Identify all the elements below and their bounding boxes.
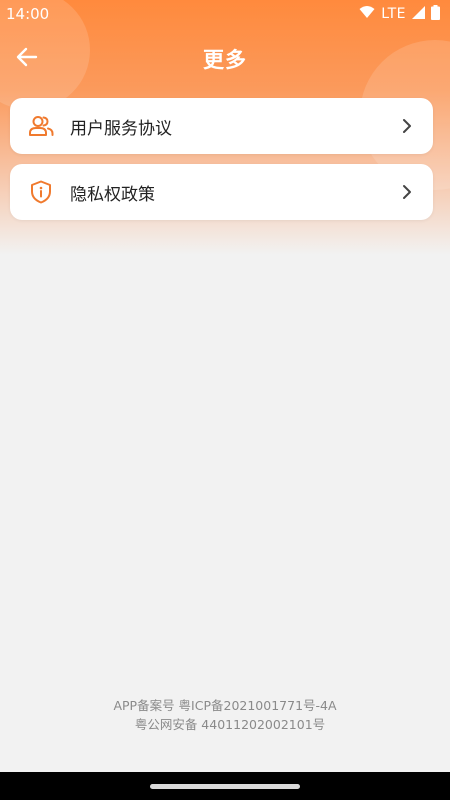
wifi-icon — [359, 5, 375, 23]
status-bar: 14:00 LTE — [0, 0, 450, 28]
menu-item-user-agreement[interactable]: 用户服务协议 — [10, 98, 433, 154]
menu-item-label: 用户服务协议 — [70, 118, 172, 139]
menu-item-label: 隐私权政策 — [70, 184, 155, 205]
signal-icon — [412, 5, 425, 23]
footer-registration: APP备案号 粤ICP备2021001771号-4A 粤公网安备 4401120… — [0, 696, 450, 734]
home-gesture-handle[interactable] — [150, 783, 300, 789]
chevron-right-icon — [399, 184, 415, 200]
arrow-left-icon — [16, 47, 38, 71]
chevron-right-icon — [399, 118, 415, 134]
shield-info-icon — [28, 179, 54, 205]
menu-item-privacy-policy[interactable]: 隐私权政策 — [10, 164, 433, 220]
system-navigation-bar — [0, 772, 450, 800]
back-button[interactable] — [12, 44, 42, 74]
page-title: 更多 — [203, 48, 247, 72]
network-type: LTE — [381, 6, 406, 22]
battery-icon — [431, 4, 440, 24]
status-time: 14:00 — [6, 5, 50, 23]
status-indicators: LTE — [359, 4, 440, 24]
icp-record-text: APP备案号 粤ICP备2021001771号-4A — [113, 698, 337, 713]
app-bar: 更多 — [0, 36, 450, 82]
user-group-icon — [28, 113, 54, 139]
police-record-text: 粤公网安备 44011202002101号 — [134, 717, 326, 732]
